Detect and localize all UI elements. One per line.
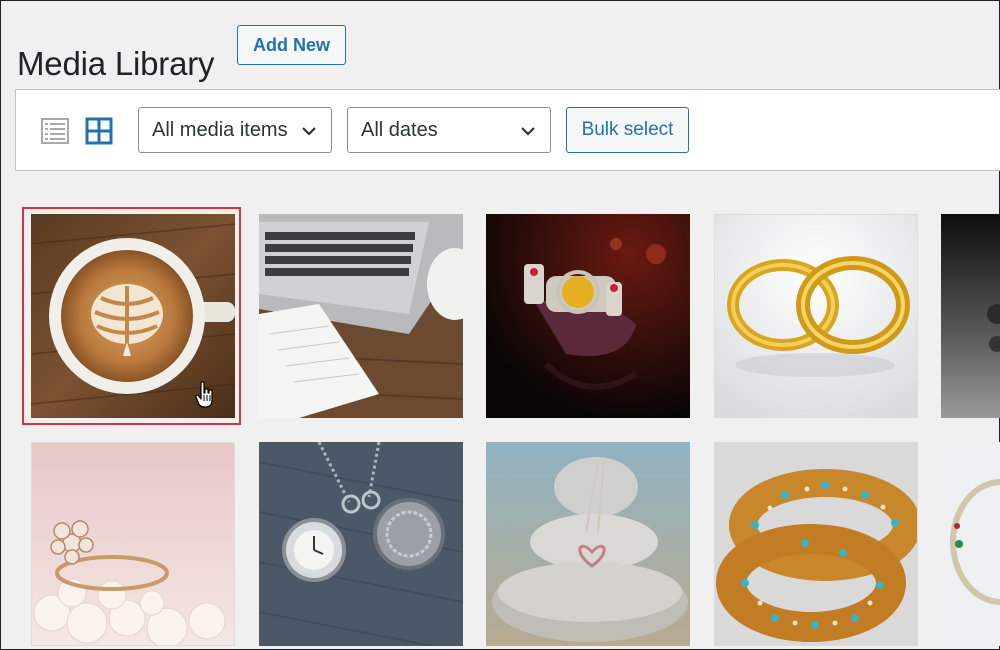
media-item-pocket-watch[interactable] bbox=[259, 442, 463, 646]
media-type-filter[interactable]: All media items bbox=[138, 107, 332, 153]
media-item-laptop[interactable] bbox=[259, 214, 463, 418]
date-filter-value: All dates bbox=[361, 118, 438, 141]
media-item-heart-pendant[interactable] bbox=[486, 442, 690, 646]
media-item-dark-jewelry[interactable] bbox=[941, 214, 1000, 418]
media-type-filter-value: All media items bbox=[152, 118, 288, 141]
media-item-rings[interactable] bbox=[714, 214, 918, 418]
media-item-gold-bangles[interactable] bbox=[714, 442, 918, 646]
date-filter[interactable]: All dates bbox=[347, 107, 551, 153]
media-item-bracelet[interactable] bbox=[486, 214, 690, 418]
media-item-flower-ring[interactable] bbox=[31, 442, 235, 646]
media-item-bangle-partial[interactable] bbox=[941, 442, 1000, 646]
list-view-icon[interactable] bbox=[40, 116, 70, 146]
hand-cursor-icon bbox=[195, 381, 215, 414]
media-toolbar: All media items All dates Bulk select bbox=[15, 89, 1000, 171]
chevron-down-icon bbox=[301, 122, 317, 145]
chevron-down-icon bbox=[520, 122, 536, 145]
add-new-button[interactable]: Add New bbox=[237, 25, 346, 65]
page-title: Media Library bbox=[17, 45, 215, 83]
bulk-select-button[interactable]: Bulk select bbox=[566, 107, 689, 153]
grid-view-icon[interactable] bbox=[84, 116, 114, 146]
